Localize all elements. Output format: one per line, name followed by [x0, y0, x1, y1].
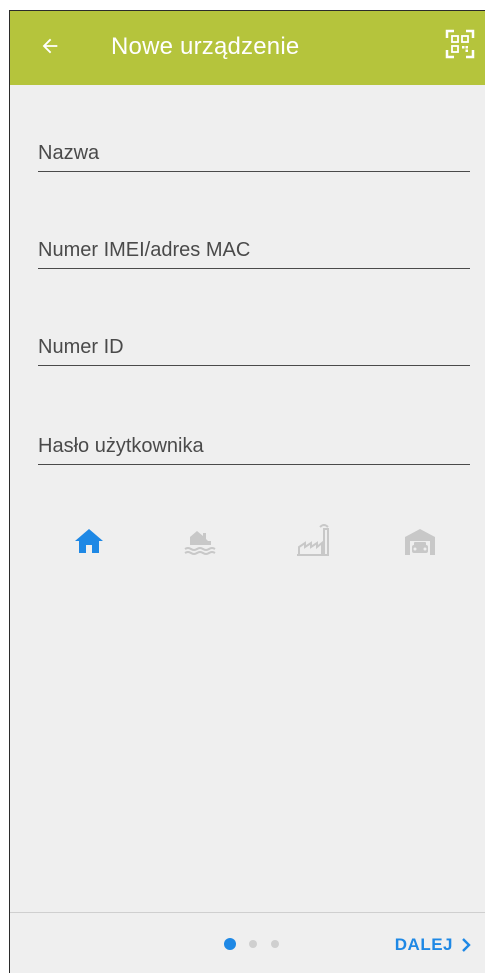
id-input[interactable] [38, 336, 470, 359]
page-indicator-dot-2 [249, 940, 257, 948]
id-field[interactable] [38, 325, 470, 366]
qr-scan-button[interactable] [445, 29, 475, 59]
password-input[interactable] [38, 435, 470, 458]
device-type-house[interactable] [64, 516, 114, 566]
password-field[interactable] [38, 424, 470, 465]
qr-code-scan-icon [445, 29, 475, 59]
imei-mac-field[interactable] [38, 228, 470, 269]
page-indicator-dot-3 [271, 940, 279, 948]
garage-icon [405, 529, 435, 555]
device-type-garage[interactable] [395, 516, 445, 566]
chevron-right-icon [462, 938, 471, 952]
app-bar: Nowe urządzenie [10, 11, 485, 85]
device-type-selector [10, 516, 485, 566]
arrow-left-icon [42, 38, 58, 54]
device-type-factory[interactable] [288, 516, 338, 566]
name-input[interactable] [38, 142, 470, 165]
screen: Nowe urządzenie Nazwa Numer IMEI/adres M… [9, 10, 485, 973]
name-field[interactable] [38, 131, 470, 172]
device-type-lake-house[interactable] [176, 516, 226, 566]
house-icon [75, 529, 103, 553]
next-label: DALEJ [394, 935, 453, 954]
bottom-navigation: DALEJ [10, 912, 485, 973]
factory-icon [297, 524, 329, 556]
lake-house-icon [184, 531, 216, 555]
imei-mac-input[interactable] [38, 239, 470, 262]
page-indicator-dot-1 [224, 938, 236, 950]
next-button[interactable]: DALEJ [395, 935, 471, 955]
page-title: Nowe urządzenie [111, 33, 300, 60]
back-button[interactable] [32, 28, 68, 64]
